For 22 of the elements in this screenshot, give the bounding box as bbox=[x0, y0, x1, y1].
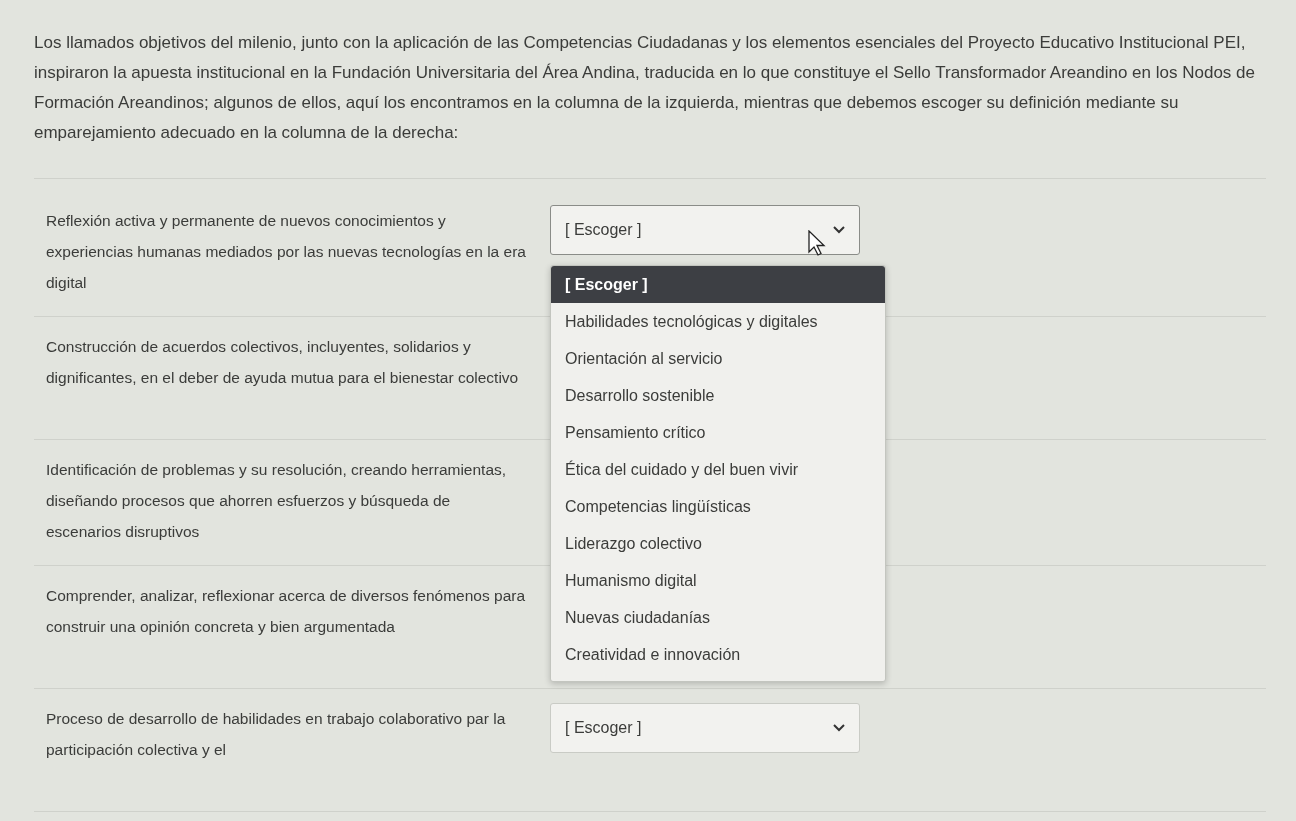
prompt-text: Proceso de desarrollo de habilidades en trabajo colaborativo par la participación colectiva y el bbox=[46, 709, 507, 760]
mouse-pointer-icon bbox=[808, 230, 826, 256]
dropdown-option[interactable]: Pensamiento crítico bbox=[551, 414, 885, 451]
dropdown-option[interactable]: Nuevas ciudadanías bbox=[551, 599, 885, 636]
answer-select[interactable]: [ Escoger ] bbox=[550, 205, 860, 255]
dropdown-option[interactable]: Humanismo digital bbox=[551, 562, 885, 599]
answer-select[interactable]: [ Escoger ] bbox=[550, 703, 860, 753]
prompt-text: Construcción de acuerdos colectivos, incluyentes, solidarios y dignificantes, en el deber de ayuda mutua para el bienestar colectivo bbox=[46, 337, 520, 388]
dropdown-option[interactable]: Orientación al servicio bbox=[551, 340, 885, 377]
prompt-text: Identificación de problemas y su resolución, creando herramientas, diseñando procesos que ahorren esfuerzos y búsqueda de escenarios disruptivos bbox=[46, 460, 508, 542]
dropdown-option[interactable]: [ Escoger ] bbox=[551, 266, 885, 303]
instructions-text: Los llamados objetivos del milenio, junto con la aplicación de las Competencias Ciudadanas y los elementos esenciales del Proyecto Educativo Institucional PEI, inspiraron la apuesta institucional en la Fundación Universitaria del Área Andina, traducida en lo que constituye el Sello Transformador Areandino en los Nodos de Formación Areandinos; algunos de ellos, aquí los encontramos en la columna de la izquierda, mientras que debemos escoger su definición mediante su emparejamiento adecuado en la columna de la derecha: bbox=[34, 0, 1266, 179]
dropdown-option[interactable]: Desarrollo sostenible bbox=[551, 377, 885, 414]
dropdown-option[interactable]: Liderazgo colectivo bbox=[551, 525, 885, 562]
prompt-text: Reflexión activa y permanente de nuevos conocimientos y experiencias humanas mediados por las nuevas tecnologías en la era digital bbox=[46, 211, 526, 293]
chevron-down-icon bbox=[833, 226, 845, 234]
chevron-down-icon bbox=[833, 724, 845, 732]
dropdown-option[interactable]: Competencias lingüísticas bbox=[551, 488, 885, 525]
prompt-text: Comprender, analizar, reflexionar acerca de diversos fenómenos para construir una opinión concreta y bien argumentada bbox=[46, 586, 526, 637]
dropdown-option[interactable]: Creatividad e innovación bbox=[551, 636, 885, 673]
dropdown-option[interactable]: Ética del cuidado y del buen vivir bbox=[551, 451, 885, 488]
dropdown-option[interactable]: Habilidades tecnológicas y digitales bbox=[551, 303, 885, 340]
